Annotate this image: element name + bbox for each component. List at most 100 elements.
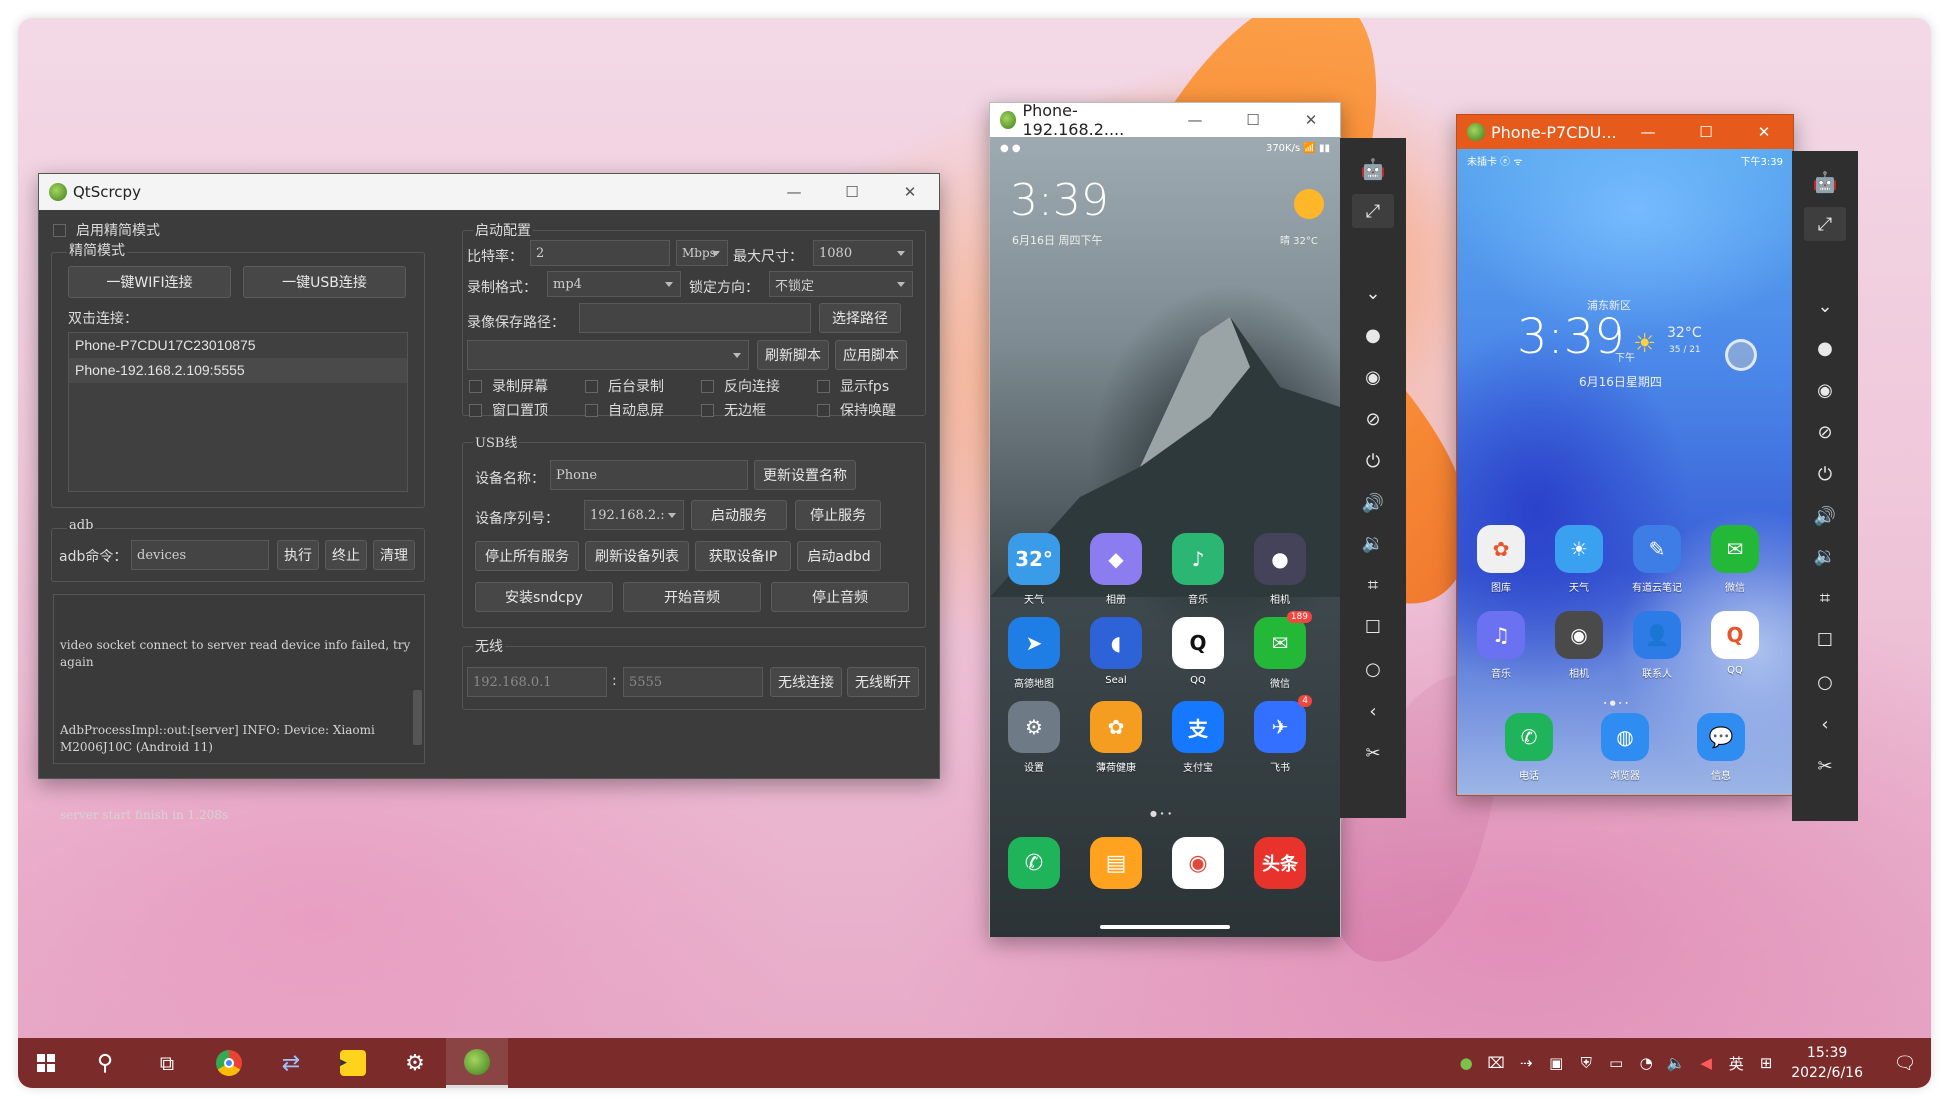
rotate-icon[interactable]: ⌗ [1352,568,1394,602]
refresh-script-button[interactable]: 刷新脚本 [757,340,829,370]
potplayer-icon[interactable]: ▶ [322,1038,384,1088]
maximize-button[interactable]: ☐ [1677,115,1735,149]
stop-all-services-button[interactable]: 停止所有服务 [475,541,579,571]
app-微信[interactable]: ✉ 微信 [1705,525,1765,594]
script-select[interactable] [467,340,749,370]
checkbox-box[interactable] [53,223,66,237]
fullscreen-icon[interactable]: ⤢ [1804,207,1846,241]
log-output[interactable]: video socket connect to server read devi… [53,594,425,822]
log-scrollbar[interactable] [413,690,422,745]
dock-app-浏览器[interactable]: ◍ 浏览器 [1595,713,1655,782]
app-高德地图[interactable]: ➤ 高德地图 [1004,617,1064,690]
stop-service-button[interactable]: 停止服务 [795,500,881,530]
auto-screen-off-checkbox[interactable]: 自动息屏 [585,400,664,420]
app-天气[interactable]: ☀ 天气 [1549,525,1609,594]
close-button[interactable]: ✕ [1282,103,1340,137]
app-飞书[interactable]: ✈ 飞书 4 [1250,695,1312,774]
collapse-icon[interactable]: ⌄ [1352,276,1394,310]
back-icon[interactable]: ‹ [1352,694,1394,728]
get-device-ip-button[interactable]: 获取设备IP [695,541,791,571]
fullscreen-icon[interactable]: ⤢ [1352,194,1394,228]
settings-gear-icon[interactable]: ⚙ [384,1038,446,1088]
minimize-button[interactable]: — [1619,115,1677,149]
app-相册[interactable]: ◆ 相册 [1086,533,1146,606]
lock-orientation-select[interactable]: 不锁定 [769,271,913,297]
phone-screen[interactable]: 未插卡 ⓔ ᯤ 下午3:39 浦东新区 3:39 下午 ☀ 32°C 35 / … [1457,149,1793,795]
app-设置[interactable]: ⚙ 设置 [1004,701,1064,774]
network-icon[interactable]: ◔ [1631,1054,1661,1072]
screenshot-icon[interactable]: ✂ [1352,736,1394,770]
start-service-button[interactable]: 启动服务 [691,500,787,530]
simple-mode-checkbox[interactable]: 启用精简模式 [53,220,160,240]
app-薄荷健康[interactable]: ✿ 薄荷健康 [1086,701,1146,774]
mute-icon[interactable]: ◀ [1691,1054,1721,1072]
arrow-icon[interactable]: ⇢ [1511,1054,1541,1072]
app-相机[interactable]: ◉ 相机 [1549,611,1609,680]
app-Seal[interactable]: ◖ Seal [1086,617,1146,686]
checkbox-box[interactable] [585,403,598,417]
dock-app-电话[interactable]: ✆ 电话 [1499,713,1559,782]
apply-script-button[interactable]: 应用脚本 [835,340,907,370]
usb-icon[interactable]: ⌧ [1481,1054,1511,1072]
minimize-button[interactable]: — [765,174,823,210]
power-icon[interactable]: ⏻ [1352,444,1394,478]
checkbox-box[interactable] [817,403,830,417]
phone-titlebar[interactable]: Phone-192.168.2.... — ☐ ✕ [990,101,1340,139]
display-icon[interactable]: ▣ [1541,1054,1571,1072]
reverse-connect-checkbox[interactable]: 反向连接 [701,376,780,396]
usb-connect-button[interactable]: 一键USB连接 [243,266,406,298]
device-serial-select[interactable]: 192.168.2.: [584,500,684,530]
device-name-input[interactable]: Phone [550,460,748,490]
app-音乐[interactable]: ♫ 音乐 [1471,611,1531,680]
clock[interactable]: 15:39 2022/6/16 [1781,1043,1879,1083]
stop-audio-button[interactable]: 停止音频 [771,582,909,612]
app-QQ[interactable]: Q QQ [1705,611,1765,676]
app-QQ[interactable]: Q QQ [1168,617,1228,686]
ime-mode-icon[interactable]: ⊞ [1751,1054,1781,1072]
back-icon[interactable]: ‹ [1804,707,1846,741]
security-shield-icon[interactable]: ⛨ [1571,1054,1601,1072]
power-icon[interactable]: ⏻ [1804,457,1846,491]
install-sndcpy-button[interactable]: 安装sndcpy [475,582,613,612]
app-switch-icon[interactable]: ☐ [1804,623,1846,657]
ime-language[interactable]: 英 [1721,1053,1751,1074]
device-list-item[interactable]: Phone-192.168.2.109:5555 [69,358,407,383]
android-icon[interactable]: 🤖 [1804,165,1846,199]
app-联系人[interactable]: 👤 联系人 [1627,611,1687,680]
execute-button[interactable]: 执行 [277,540,319,570]
windows-start-icon[interactable] [18,1038,74,1088]
port-input[interactable]: 5555 [623,667,763,697]
gesture-bar[interactable] [1100,925,1230,929]
phone-titlebar[interactable]: Phone-P7CDU... — ☐ ✕ [1457,115,1793,149]
show-icon[interactable]: ◉ [1804,373,1846,407]
dock-app-信息[interactable]: 💬 信息 [1691,713,1751,782]
device-list-item[interactable]: Phone-P7CDU17C23010875 [69,333,407,358]
collapse-icon[interactable]: ⌄ [1804,289,1846,323]
wifi-connect-button[interactable]: 一键WIFI连接 [68,266,231,298]
android-icon[interactable]: 🤖 [1352,152,1394,186]
app-音乐[interactable]: ♪ 音乐 [1168,533,1228,606]
task-view-icon[interactable]: ⧉ [136,1038,198,1088]
hide-icon[interactable]: ⊘ [1804,415,1846,449]
clear-button[interactable]: 清理 [373,540,415,570]
screenshot-icon[interactable]: ✂ [1804,749,1846,783]
start-audio-button[interactable]: 开始音频 [623,582,761,612]
app-天气[interactable]: 32° 天气 [1004,533,1064,606]
app-相机[interactable]: ● 相机 [1250,533,1310,606]
touch-icon[interactable]: ● [1804,331,1846,365]
always-on-top-checkbox[interactable]: 窗口置顶 [469,400,548,420]
volume-up-icon[interactable]: 🔊 [1804,499,1846,533]
dock-app-icon[interactable]: ▤ [1090,837,1142,889]
qtscrcpy-taskbar-icon[interactable] [446,1038,508,1088]
qtscrcpy-tray-icon[interactable]: ● [1451,1054,1481,1072]
app-微信[interactable]: ✉ 微信 189 [1250,611,1312,690]
home-icon[interactable]: ○ [1804,665,1846,699]
terminate-button[interactable]: 终止 [325,540,367,570]
dock-app-icon[interactable]: 头条 [1254,837,1306,889]
search-icon[interactable]: ⚲ [74,1038,136,1088]
home-icon[interactable]: ○ [1352,652,1394,686]
wireless-disconnect-button[interactable]: 无线断开 [847,667,919,697]
ip-input[interactable]: 192.168.0.1 [467,667,607,697]
checkbox-box[interactable] [585,379,598,393]
chrome-icon[interactable] [198,1038,260,1088]
